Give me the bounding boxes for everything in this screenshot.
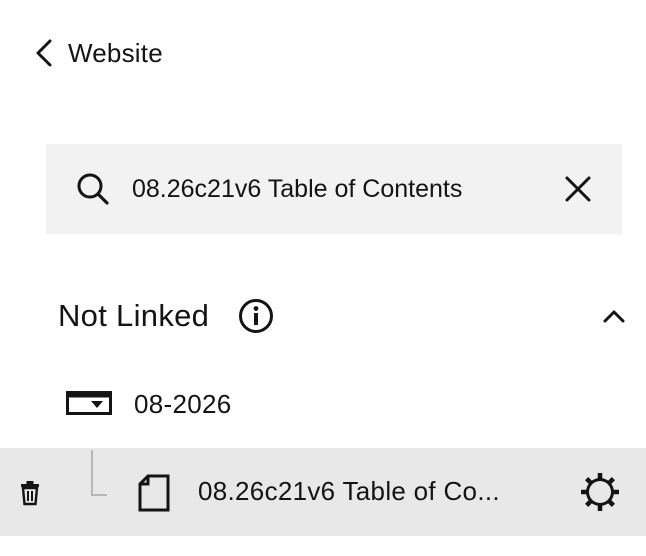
- clear-search-button[interactable]: [560, 171, 596, 207]
- info-icon[interactable]: [237, 297, 275, 335]
- delete-page-button[interactable]: [18, 480, 42, 506]
- folder-item[interactable]: 08-2026: [66, 382, 232, 426]
- search-bar: [46, 144, 622, 234]
- folder-dropdown-icon: [66, 391, 112, 415]
- tree-connector: [91, 450, 107, 496]
- page-settings-button[interactable]: [579, 471, 621, 513]
- back-button[interactable]: Website: [34, 34, 163, 72]
- search-icon: [71, 167, 115, 211]
- not-linked-section-header: Not Linked: [58, 288, 628, 344]
- section-title: Not Linked: [58, 298, 210, 333]
- gear-icon: [581, 473, 619, 511]
- page-icon: [138, 474, 170, 512]
- collapse-section-button[interactable]: [600, 302, 628, 330]
- search-input[interactable]: [132, 174, 532, 204]
- chevron-left-icon: [36, 39, 52, 67]
- page-title: 08.26c21v6 Table of Co...: [198, 476, 500, 506]
- trash-icon: [21, 481, 39, 506]
- folder-name: 08-2026: [134, 388, 232, 419]
- close-icon: [565, 176, 591, 202]
- back-label: Website: [68, 37, 163, 68]
- chevron-up-icon: [603, 310, 625, 323]
